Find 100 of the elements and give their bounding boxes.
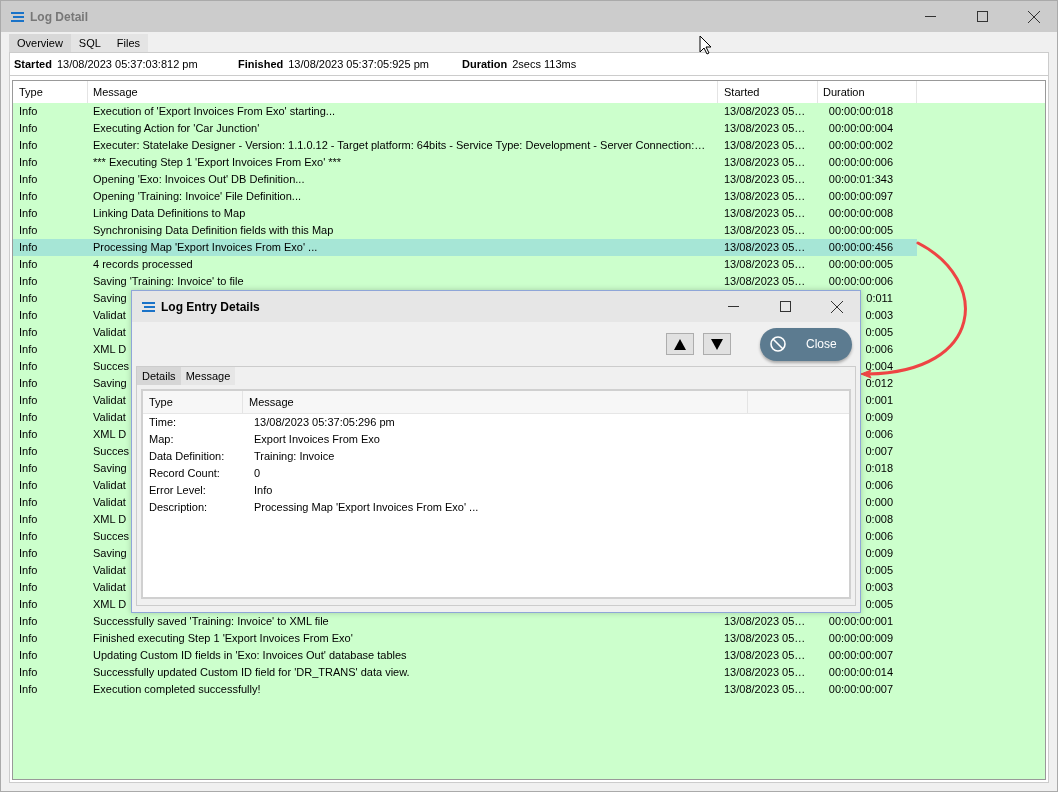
down-triangle-icon [711,338,723,350]
table-cell: 0:008 [865,513,893,525]
table-cell: Saving [93,377,127,389]
log-row[interactable]: Info Processing Map 'Export Invoices From Exo' ... 13/08/2023 05… 00:00:00:456 [13,239,917,256]
table-cell: Info [19,377,38,389]
table-cell: Info [19,666,38,678]
table-cell: 13/08/2023 05… [724,156,806,168]
table-cell: Info [19,547,38,559]
table-cell: Info [19,156,38,168]
summary-label: Finished [238,58,284,70]
log-row[interactable]: Info Opening 'Exo: Invoices Out' DB Definition... 13/08/2023 05… 00:00:01:343 [13,171,917,188]
log-row[interactable]: Info 4 records processed 13/08/2023 05… 00:00:00:005 [13,256,917,273]
table-cell: Opening 'Exo: Invoices Out' DB Definition... [93,173,305,185]
log-row[interactable]: Info Execution of 'Export Invoices From Exo' starting... 13/08/2023 05… 00:00:00:018 [13,103,917,120]
column-header[interactable]: Message [88,81,718,103]
tab[interactable]: Files [108,34,149,52]
log-row[interactable]: Info Executer: Statelake Designer - Version: 1.1.0.12 - Target platform: 64bits - Service Type: Development - Server Connection:… 13/08/2023 05… 00:00:00:002 [13,137,917,154]
table-cell: 00:00:00:018 [828,105,893,117]
log-row[interactable]: Info Finished executing Step 1 'Export Invoices From Exo' 13/08/2023 05… 00:00:00:009 [13,630,917,647]
log-row[interactable]: Info Saving 'Training: Invoice' to file 13/08/2023 05… 00:00:00:006 [13,273,917,290]
table-cell: Validat [93,581,126,593]
close-icon [1028,10,1040,23]
table-cell: Info [19,615,38,627]
table-cell: Info [19,598,38,610]
log-row[interactable]: Info Opening 'Training: Invoice' File Definition... 13/08/2023 05… 00:00:00:097 [13,188,917,205]
table-cell: Info [19,411,38,423]
table-cell: 13/08/2023 05… [724,649,806,661]
table-cell: 00:00:00:001 [828,615,893,627]
table-cell: 13/08/2023 05… [724,275,806,287]
prohibited-icon [770,336,786,352]
detail-value: 0 [253,466,261,481]
table-cell: Validat [93,411,126,423]
tab[interactable]: Details [137,367,181,385]
table-cell: Info [19,275,38,287]
table-cell: XML D [93,513,127,525]
table-cell: 13/08/2023 05… [724,122,806,134]
table-cell: XML D [93,343,127,355]
table-cell: 0:011 [866,292,893,304]
table-cell: 13/08/2023 05… [724,615,806,627]
table-cell: Info [19,649,38,661]
table-cell: 0:005 [865,598,893,610]
log-row[interactable]: Info *** Executing Step 1 'Export Invoices From Exo' *** 13/08/2023 05… 00:00:00:006 [13,154,917,171]
previous-button[interactable] [666,333,694,355]
table-cell: Info [19,513,38,525]
column-header[interactable]: Type [143,391,243,413]
window-title: Log Detail [30,9,89,24]
table-cell: Updating Custom ID fields in 'Exo: Invoices Out' database tables [93,649,407,661]
table-cell: Info [19,445,38,457]
table-cell: Info [19,479,38,491]
log-row[interactable]: Info Synchronising Data Definition fields with this Map 13/08/2023 05… 00:00:00:005 [13,222,917,239]
tab[interactable]: SQL [70,34,109,52]
table-cell: 13/08/2023 05… [724,258,806,270]
log-row[interactable]: Info Updating Custom ID fields in 'Exo: Invoices Out' database tables 13/08/2023 05… 00:00:00:007 [13,647,917,664]
table-cell: XML D [93,428,127,440]
log-row[interactable]: Info Successfully saved 'Training: Invoice' to XML file 13/08/2023 05… 00:00:00:001 [13,613,917,630]
log-row[interactable]: Info Linking Data Definitions to Map 13/08/2023 05… 00:00:00:008 [13,205,917,222]
table-cell: Info [19,224,38,236]
up-triangle-icon [674,338,686,350]
table-cell: 0:004 [865,360,893,372]
column-header[interactable]: Started [718,81,818,103]
summary-value: 13/08/2023 05:37:05:925 pm [288,58,429,70]
log-row[interactable]: Info Executing Action for 'Car Junction' 13/08/2023 05… 00:00:00:004 [13,120,917,137]
dialog-title: Log Entry Details [161,299,261,314]
detail-value: Training: Invoice [253,449,335,464]
table-cell: Info [19,173,38,185]
close-button[interactable]: Close [760,327,852,361]
tab[interactable]: Overview [9,34,71,52]
log-row[interactable]: Info Execution completed successfully! 13/08/2023 05… 00:00:00:007 [13,681,917,698]
table-cell: Validat [93,326,126,338]
table-cell: Info [19,105,38,117]
table-cell: 00:00:00:009 [828,632,893,644]
table-cell: 13/08/2023 05… [724,224,806,236]
table-cell: 13/08/2023 05… [724,666,806,678]
table-cell: Info [19,581,38,593]
column-header[interactable]: Duration [818,81,917,103]
detail-value: 13/08/2023 05:37:05:296 pm [253,415,395,430]
detail-value: Info [253,483,273,498]
table-cell: 0:005 [865,564,893,576]
table-cell: 00:00:00:008 [828,207,893,219]
tab[interactable]: Message [180,367,236,385]
table-cell: 0:005 [865,326,893,338]
table-cell: Info [19,394,38,406]
table-cell: Succes [93,445,130,457]
table-cell: Saving 'Training: Invoice' to file [93,275,244,287]
column-header[interactable]: Message [243,391,748,413]
table-cell: 00:00:01:343 [828,173,893,185]
table-cell: Validat [93,309,126,321]
table-cell: Validat [93,394,126,406]
table-cell: 00:00:00:014 [828,666,893,678]
next-button[interactable] [703,333,731,355]
table-cell: Execution completed successfully! [93,683,261,695]
table-cell: Opening 'Training: Invoice' File Definition... [93,190,301,202]
table-cell: Info [19,122,38,134]
table-cell: XML D [93,598,127,610]
table-cell: Info [19,207,38,219]
table-cell: Validat [93,496,126,508]
log-row[interactable]: Info Successfully updated Custom ID field for 'DR_TRANS' data view. 13/08/2023 05… 00:00:00:014 [13,664,917,681]
table-cell: Info [19,564,38,576]
column-header[interactable]: Type [13,81,88,103]
table-cell: 00:00:00:002 [828,139,893,151]
